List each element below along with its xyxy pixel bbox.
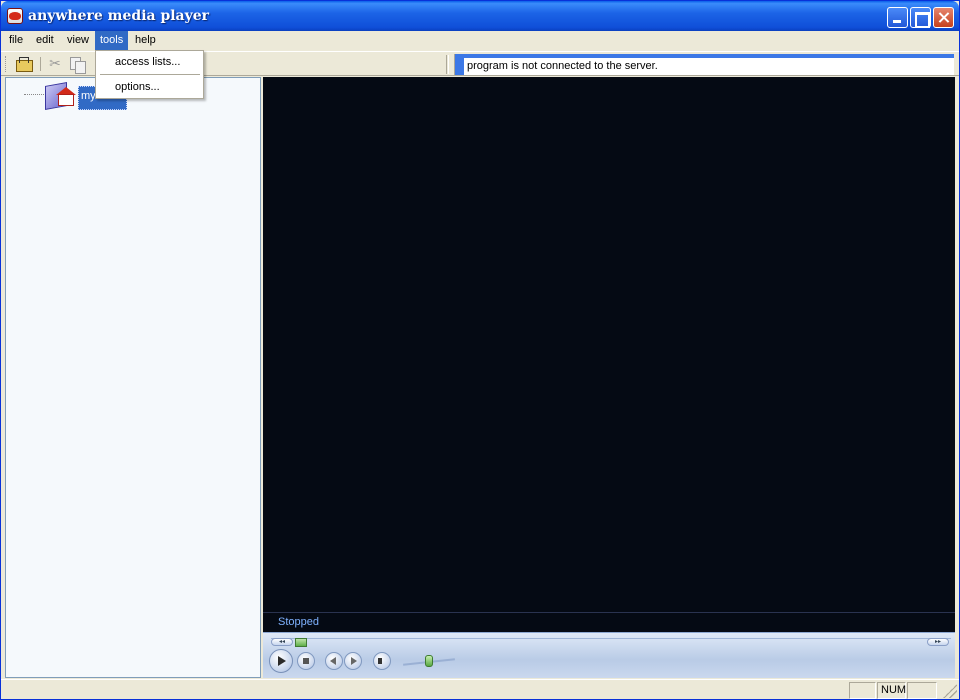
server-status-text: program is not connected to the server. bbox=[464, 58, 954, 75]
seek-thumb[interactable] bbox=[295, 638, 307, 647]
status-panel bbox=[849, 682, 876, 699]
menu-edit[interactable]: edit bbox=[31, 31, 59, 50]
server-status-box: program is not connected to the server. bbox=[454, 54, 954, 75]
menu-item-access-lists[interactable]: access lists... bbox=[97, 52, 202, 72]
menu-file[interactable]: file bbox=[4, 31, 28, 50]
resize-grip-icon[interactable] bbox=[943, 684, 957, 698]
cut-icon[interactable]: ✂ bbox=[45, 55, 65, 73]
status-bar: NUM bbox=[1, 679, 959, 699]
play-button[interactable] bbox=[269, 649, 293, 673]
menu-help[interactable]: help bbox=[130, 31, 161, 50]
home-folder-icon[interactable] bbox=[44, 80, 76, 110]
volume-slider[interactable] bbox=[425, 655, 433, 667]
menu-bar: file edit view tools help bbox=[1, 31, 959, 50]
rewind-icon[interactable]: ◂◂ bbox=[271, 638, 293, 646]
copy-icon[interactable] bbox=[67, 55, 87, 74]
tools-menu-dropdown: access lists... options... bbox=[95, 50, 204, 99]
title-bar[interactable]: anywhere media player bbox=[1, 1, 959, 31]
seek-bar[interactable]: ◂◂ ▸▸ bbox=[271, 638, 951, 647]
toolbar-grip[interactable] bbox=[5, 56, 8, 72]
app-logo-icon[interactable] bbox=[7, 8, 23, 24]
open-folder-icon[interactable] bbox=[14, 55, 34, 73]
menu-tools[interactable]: tools bbox=[95, 31, 129, 50]
playback-status: Stopped bbox=[263, 612, 955, 632]
media-player: Stopped ◂◂ ▸▸ bbox=[263, 77, 955, 678]
menu-item-options[interactable]: options... bbox=[97, 77, 202, 97]
toolbar-divider bbox=[446, 55, 449, 74]
mute-button[interactable] bbox=[373, 652, 391, 670]
status-panel bbox=[907, 682, 937, 699]
num-lock-indicator: NUM bbox=[877, 682, 906, 699]
menu-view[interactable]: view bbox=[62, 31, 94, 50]
fast-forward-icon[interactable]: ▸▸ bbox=[927, 638, 949, 646]
tree-connector bbox=[24, 94, 46, 95]
minimize-button[interactable] bbox=[887, 7, 908, 28]
toolbar-separator bbox=[40, 57, 41, 71]
video-area[interactable] bbox=[263, 77, 955, 612]
library-tree[interactable]: my bbox=[5, 77, 261, 678]
maximize-button[interactable] bbox=[910, 7, 931, 28]
menu-separator bbox=[100, 74, 200, 75]
stop-button[interactable] bbox=[297, 652, 315, 670]
window-title: anywhere media player bbox=[28, 8, 210, 24]
previous-button[interactable] bbox=[325, 652, 343, 670]
next-button[interactable] bbox=[344, 652, 362, 670]
close-button[interactable] bbox=[933, 7, 954, 28]
transport-controls: ◂◂ ▸▸ bbox=[263, 632, 955, 678]
app-window: anywhere media player file edit view too… bbox=[0, 0, 960, 700]
